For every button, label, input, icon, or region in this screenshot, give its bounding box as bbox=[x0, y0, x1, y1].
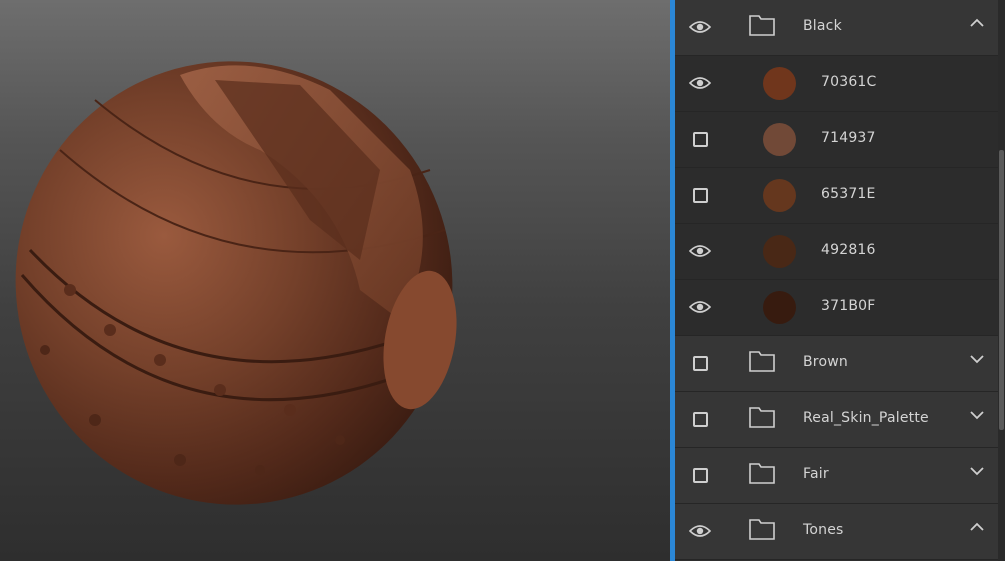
visibility-toggle[interactable] bbox=[687, 462, 713, 488]
folder-label: Brown bbox=[803, 354, 848, 370]
folder-row-real-skin-palette[interactable]: Real_Skin_Palette bbox=[675, 392, 998, 448]
panel-scrollbar[interactable] bbox=[998, 0, 1005, 561]
chevron-up-icon[interactable] bbox=[970, 18, 984, 28]
folder-row-tones[interactable]: Tones bbox=[675, 504, 998, 560]
swatch-hex-label: 492816 bbox=[821, 242, 876, 258]
visibility-toggle[interactable] bbox=[687, 70, 713, 96]
swatch-row[interactable]: 65371E bbox=[675, 168, 998, 224]
hidden-checkbox bbox=[692, 131, 708, 147]
visibility-toggle[interactable] bbox=[687, 518, 713, 544]
hidden-checkbox bbox=[692, 355, 708, 371]
visibility-toggle[interactable] bbox=[687, 350, 713, 376]
swatch-row[interactable]: 714937 bbox=[675, 112, 998, 168]
hidden-checkbox bbox=[692, 411, 708, 427]
eye-icon bbox=[689, 301, 711, 313]
viewport-3d[interactable] bbox=[0, 0, 670, 561]
folder-label: Fair bbox=[803, 466, 829, 482]
folder-label: Black bbox=[803, 18, 842, 34]
eye-icon bbox=[689, 21, 711, 33]
swatch-hex-label: 714937 bbox=[821, 130, 876, 146]
folder-row-black[interactable]: Black bbox=[675, 0, 998, 56]
visibility-toggle[interactable] bbox=[687, 238, 713, 264]
swatch-row[interactable]: 70361C bbox=[675, 56, 998, 112]
folder-icon bbox=[749, 463, 775, 484]
visibility-toggle[interactable] bbox=[687, 406, 713, 432]
swatch-row[interactable]: 371B0F bbox=[675, 280, 998, 336]
visibility-toggle[interactable] bbox=[687, 182, 713, 208]
chevron-down-icon[interactable] bbox=[970, 410, 984, 420]
visibility-toggle[interactable] bbox=[687, 294, 713, 320]
swatch-row[interactable]: 492816 bbox=[675, 224, 998, 280]
folder-icon bbox=[749, 519, 775, 540]
chevron-down-icon[interactable] bbox=[970, 354, 984, 364]
folder-label: Real_Skin_Palette bbox=[803, 410, 929, 426]
swatch-hex-label: 371B0F bbox=[821, 298, 876, 314]
visibility-toggle[interactable] bbox=[687, 14, 713, 40]
color-swatch[interactable] bbox=[763, 123, 796, 156]
hidden-checkbox bbox=[692, 467, 708, 483]
folder-icon bbox=[749, 351, 775, 372]
hidden-checkbox bbox=[692, 187, 708, 203]
material-preview-sphere bbox=[15, 61, 457, 505]
swatch-hex-label: 65371E bbox=[821, 186, 876, 202]
chevron-down-icon[interactable] bbox=[970, 466, 984, 476]
swatch-hex-label: 70361C bbox=[821, 74, 877, 90]
scrollbar-thumb[interactable] bbox=[999, 150, 1004, 430]
folder-label: Tones bbox=[803, 522, 844, 538]
layers-panel: Black 70361C 714937 65371E 492816 371B0F… bbox=[675, 0, 1005, 561]
color-swatch[interactable] bbox=[763, 179, 796, 212]
folder-row-brown[interactable]: Brown bbox=[675, 336, 998, 392]
color-swatch[interactable] bbox=[763, 235, 796, 268]
eye-icon bbox=[689, 245, 711, 257]
visibility-toggle[interactable] bbox=[687, 126, 713, 152]
eye-icon bbox=[689, 525, 711, 537]
eye-icon bbox=[689, 77, 711, 89]
folder-row-fair[interactable]: Fair bbox=[675, 448, 998, 504]
folder-icon bbox=[749, 407, 775, 428]
color-swatch[interactable] bbox=[763, 67, 796, 100]
folder-icon bbox=[749, 15, 775, 36]
color-swatch[interactable] bbox=[763, 291, 796, 324]
chevron-up-icon[interactable] bbox=[970, 522, 984, 532]
